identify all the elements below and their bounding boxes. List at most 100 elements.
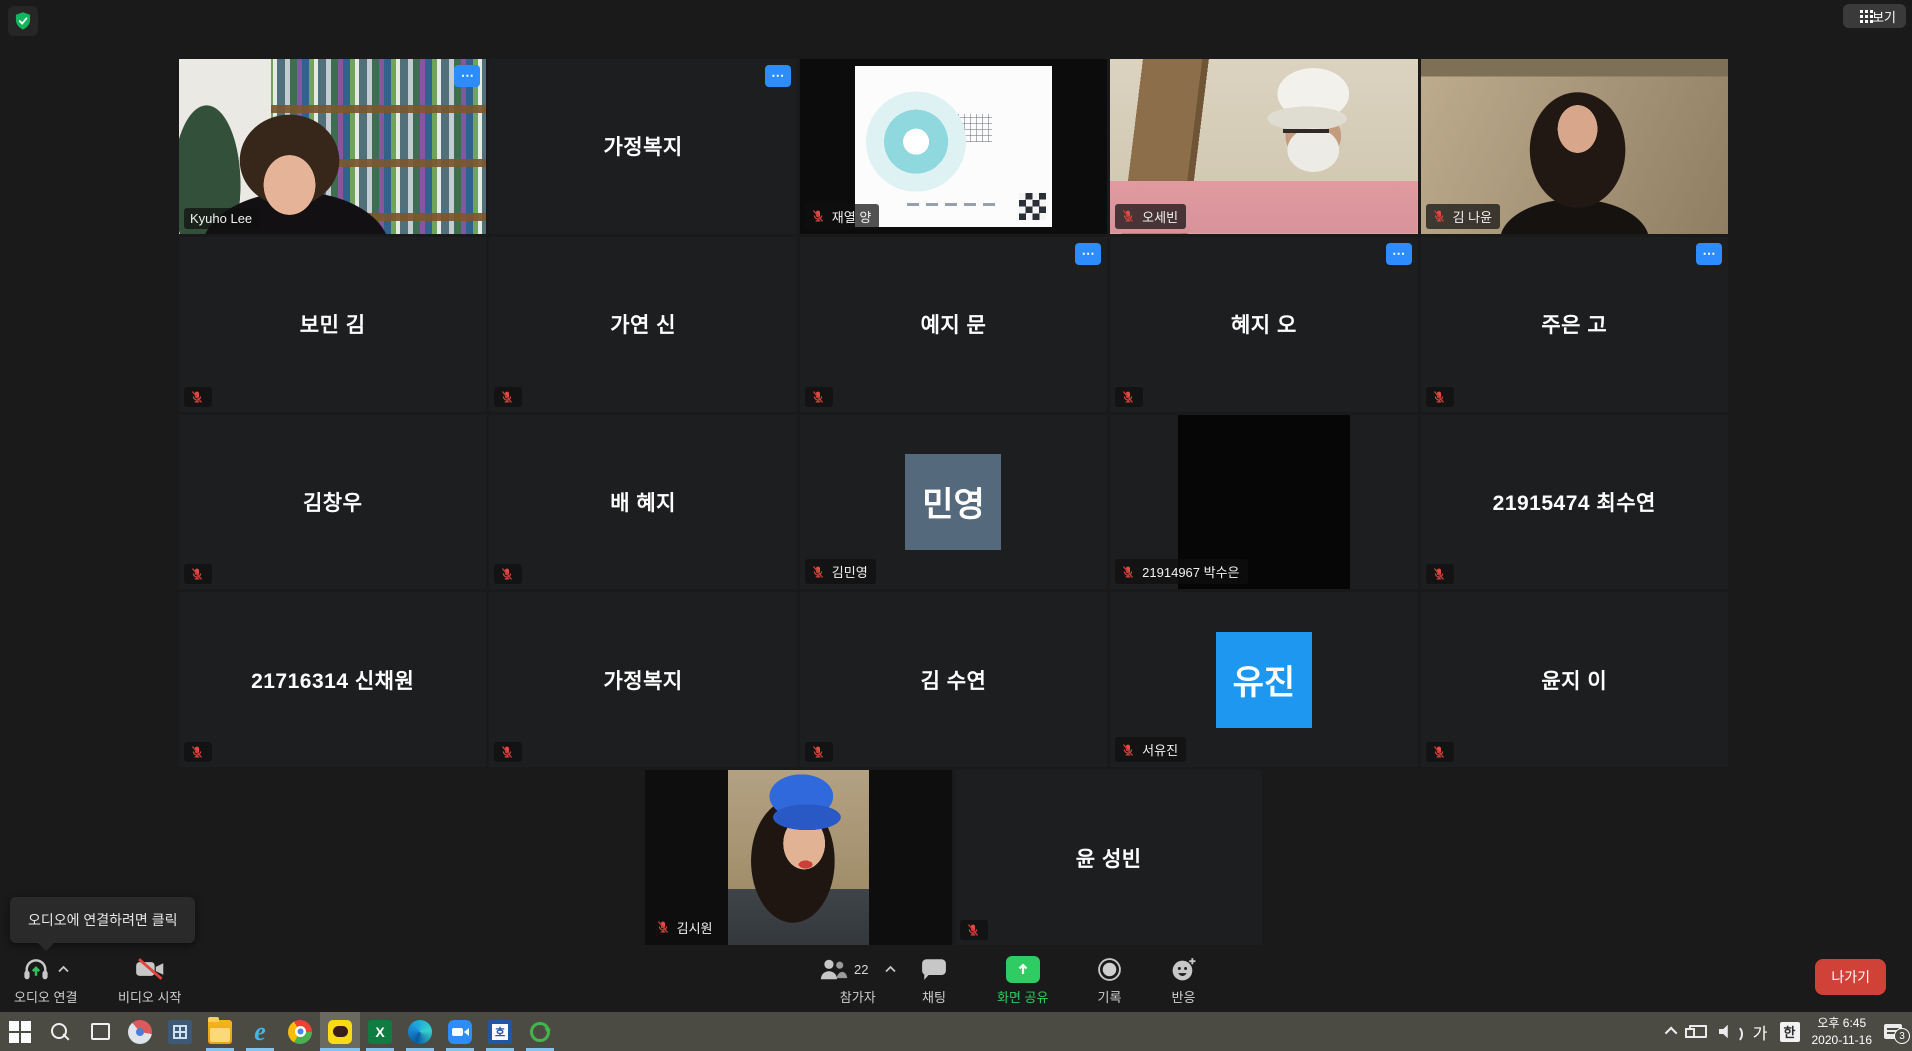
taskbar-search-icon[interactable] bbox=[40, 1012, 80, 1051]
participant-label bbox=[184, 564, 212, 584]
tile-menu-button[interactable]: ⋯ bbox=[454, 65, 480, 87]
participant-tile[interactable]: 21914967 박수은 bbox=[1110, 415, 1417, 590]
join-audio-button[interactable]: 오디오 연결 bbox=[14, 955, 77, 1006]
taskbar-file-explorer-icon[interactable] bbox=[200, 1012, 240, 1051]
participant-label bbox=[1426, 387, 1454, 407]
muted-mic-icon bbox=[500, 745, 514, 759]
muted-mic-icon bbox=[1121, 209, 1135, 223]
taskbar-hancom-icon[interactable] bbox=[480, 1012, 520, 1051]
muted-mic-icon bbox=[656, 920, 670, 934]
participant-label bbox=[1426, 742, 1454, 762]
participant-name: 예지 문 bbox=[800, 237, 1107, 412]
taskbar-internet-explorer-icon[interactable] bbox=[240, 1012, 280, 1051]
network-icon[interactable] bbox=[1689, 1025, 1707, 1038]
participant-tile[interactable]: 가연 신 bbox=[489, 237, 796, 412]
participant-label: 재열 양 bbox=[805, 204, 880, 229]
leave-meeting-button[interactable]: 나가기 bbox=[1815, 959, 1886, 995]
view-button[interactable]: 보기 bbox=[1843, 4, 1906, 28]
participant-label: 김 나윤 bbox=[1426, 204, 1501, 229]
participant-tile[interactable]: 21716314 신채원 bbox=[179, 592, 486, 767]
participant-label bbox=[1115, 387, 1143, 407]
tray-overflow-caret-icon[interactable] bbox=[1664, 1027, 1677, 1040]
action-center-icon[interactable]: 3 bbox=[1884, 1024, 1902, 1039]
participant-tile[interactable]: 김창우 bbox=[179, 415, 486, 590]
participant-tile[interactable]: 예지 문 ⋯ bbox=[800, 237, 1107, 412]
muted-mic-icon bbox=[1432, 390, 1446, 404]
participant-label: 오세빈 bbox=[1115, 204, 1186, 229]
participants-caret-icon[interactable] bbox=[884, 965, 897, 974]
participant-label-text: 김민영 bbox=[832, 562, 868, 581]
ime-korean-indicator[interactable]: 가 bbox=[1753, 1020, 1768, 1044]
record-icon bbox=[1097, 957, 1122, 982]
participant-tile[interactable]: 윤 성빈 bbox=[955, 770, 1262, 945]
share-screen-label: 화면 공유 bbox=[997, 987, 1048, 1006]
participant-label: 김시원 bbox=[650, 915, 721, 940]
participant-tile[interactable]: 보민 김 bbox=[179, 237, 486, 412]
participant-name: 21915474 최수연 bbox=[1421, 415, 1728, 590]
participant-tile[interactable]: 혜지 오 ⋯ bbox=[1110, 237, 1417, 412]
participant-tile[interactable]: ⋯ Kyuho Lee bbox=[179, 59, 486, 234]
volume-icon[interactable] bbox=[1719, 1024, 1741, 1040]
muted-mic-icon bbox=[1121, 565, 1135, 579]
tile-menu-button[interactable]: ⋯ bbox=[765, 65, 791, 87]
share-screen-button[interactable]: 화면 공유 bbox=[997, 955, 1048, 1006]
participants-label: 참가자 bbox=[840, 987, 876, 1006]
participant-label bbox=[805, 387, 833, 407]
participant-tile[interactable]: 유진 서유진 bbox=[1110, 592, 1417, 767]
security-shield-button[interactable] bbox=[8, 6, 38, 36]
tile-menu-button[interactable]: ⋯ bbox=[1075, 243, 1101, 265]
grid-view-icon bbox=[1853, 10, 1866, 23]
participant-tile[interactable]: 가정복지 bbox=[489, 592, 796, 767]
participant-name: 보민 김 bbox=[179, 237, 486, 412]
muted-mic-icon bbox=[190, 567, 204, 581]
participant-tile[interactable]: 가정복지 ⋯ bbox=[489, 59, 796, 234]
participant-name: 주은 고 bbox=[1421, 237, 1728, 412]
participant-label-text: 21914967 박수은 bbox=[1142, 562, 1239, 581]
participant-label bbox=[960, 920, 988, 940]
taskbar-edge-icon[interactable] bbox=[400, 1012, 440, 1051]
chat-button[interactable]: 채팅 bbox=[921, 955, 947, 1006]
participant-name: 배 혜지 bbox=[489, 415, 796, 590]
taskbar-excel-icon[interactable] bbox=[360, 1012, 400, 1051]
reactions-button[interactable]: 반응 bbox=[1170, 955, 1197, 1006]
muted-mic-icon bbox=[190, 390, 204, 404]
participant-tile[interactable]: 민영 김민영 bbox=[800, 415, 1107, 590]
participant-name: 윤지 이 bbox=[1421, 592, 1728, 767]
taskbar-snip-icon[interactable] bbox=[120, 1012, 160, 1051]
participant-tile[interactable]: 김 나윤 bbox=[1421, 59, 1728, 234]
participant-tile[interactable]: 오세빈 bbox=[1110, 59, 1417, 234]
participant-label-text: 김시원 bbox=[677, 918, 713, 937]
tile-menu-button[interactable]: ⋯ bbox=[1386, 243, 1412, 265]
reactions-smiley-icon bbox=[1170, 957, 1197, 982]
start-video-button[interactable]: 비디오 시작 bbox=[118, 955, 181, 1006]
participant-tile[interactable]: 배 혜지 bbox=[489, 415, 796, 590]
tile-menu-button[interactable]: ⋯ bbox=[1696, 243, 1722, 265]
taskbar-kakaotalk-icon[interactable] bbox=[320, 1012, 360, 1051]
taskbar-task-view-icon[interactable] bbox=[80, 1012, 120, 1051]
participant-tile[interactable]: 재열 양 bbox=[800, 59, 1107, 234]
participants-icon bbox=[818, 957, 848, 982]
record-button[interactable]: 기록 bbox=[1097, 955, 1122, 1006]
meeting-toolbar: 오디오 연결 비디오 시작 22 참가자 bbox=[0, 945, 1912, 1012]
taskbar-zoom-icon[interactable] bbox=[440, 1012, 480, 1051]
participant-label bbox=[494, 564, 522, 584]
participant-tile[interactable]: 21915474 최수연 bbox=[1421, 415, 1728, 590]
participant-tile[interactable]: 김 수연 bbox=[800, 592, 1107, 767]
participant-tile[interactable]: 김시원 bbox=[645, 770, 952, 945]
taskbar-chrome-icon[interactable] bbox=[280, 1012, 320, 1051]
share-screen-icon bbox=[1006, 956, 1040, 983]
participant-tile[interactable]: 주은 고 ⋯ bbox=[1421, 237, 1728, 412]
participant-label bbox=[805, 742, 833, 762]
taskbar-clock[interactable]: 오후 6:45 2020-11-16 bbox=[1812, 1015, 1873, 1047]
ime-han-indicator[interactable]: 한 bbox=[1780, 1022, 1800, 1042]
participant-avatar: 민영 bbox=[905, 454, 1001, 550]
audio-options-caret-icon[interactable] bbox=[57, 965, 70, 974]
start-video-label: 비디오 시작 bbox=[118, 987, 181, 1006]
participant-tile[interactable]: 윤지 이 bbox=[1421, 592, 1728, 767]
join-audio-label: 오디오 연결 bbox=[14, 987, 77, 1006]
participants-button[interactable]: 22 참가자 bbox=[818, 955, 897, 1006]
participant-label bbox=[184, 387, 212, 407]
taskbar-calculator-icon[interactable] bbox=[160, 1012, 200, 1051]
taskbar-start-icon[interactable] bbox=[0, 1012, 40, 1051]
taskbar-sync-icon[interactable] bbox=[520, 1012, 560, 1051]
